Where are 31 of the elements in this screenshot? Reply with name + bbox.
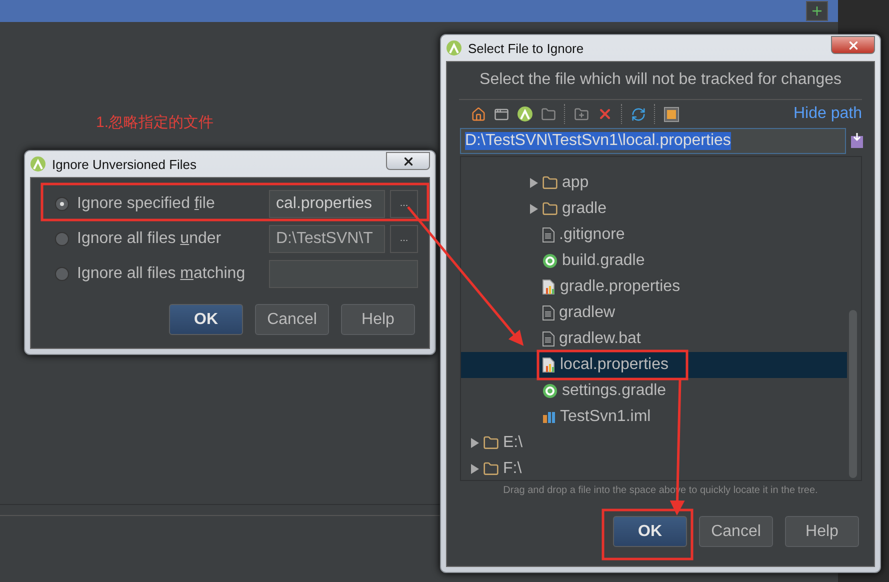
tree-item[interactable]: settings.gradle [461, 378, 847, 404]
dialog-button[interactable]: Cancel [255, 304, 329, 335]
dialog-button[interactable]: Help [785, 516, 859, 547]
tree-item[interactable]: E:\ [461, 430, 847, 456]
tree-item[interactable]: .gitignore [461, 222, 847, 248]
dialog-description: Select the file which will not be tracked for changes [459, 62, 862, 100]
option-label: Ignore all files under [77, 230, 222, 248]
hide-path-link[interactable]: Hide path [794, 105, 862, 123]
dialog-button[interactable]: OK [613, 516, 687, 547]
option-label: Ignore specified file [77, 194, 216, 212]
tree-item[interactable]: gradle.properties [461, 274, 847, 300]
annotation-text: 1.忽略指定的文件 [96, 113, 214, 132]
dialog-button[interactable]: Cancel [699, 516, 773, 547]
tree-item[interactable]: build.gradle [461, 248, 847, 274]
window-title: Ignore Unversioned Files [52, 156, 198, 172]
browse-button[interactable]: ... [390, 190, 418, 218]
option-label: Ignore all files matching [77, 264, 246, 282]
browse-button[interactable]: ... [390, 224, 418, 252]
input-field[interactable]: D:\TestSVN\T [269, 224, 385, 252]
tree-item[interactable]: gradlew.bat [461, 326, 847, 352]
path-field[interactable]: D:\TestSVN\TestSvn1\local.properties [460, 128, 846, 154]
window-title: Select File to Ignore [468, 40, 585, 56]
tree-item[interactable]: TestSvn1.iml [461, 404, 847, 430]
tree-item[interactable]: app [461, 170, 847, 196]
tree-item[interactable]: F:\ [461, 456, 847, 480]
tree-item[interactable]: gradle [461, 196, 847, 222]
dialog-button[interactable]: OK [169, 304, 243, 335]
tree-item[interactable]: local.properties [461, 352, 847, 378]
dialog-button[interactable]: Help [341, 304, 415, 335]
tree-item[interactable]: gradlew [461, 300, 847, 326]
input-field[interactable]: cal.properties [269, 190, 385, 218]
